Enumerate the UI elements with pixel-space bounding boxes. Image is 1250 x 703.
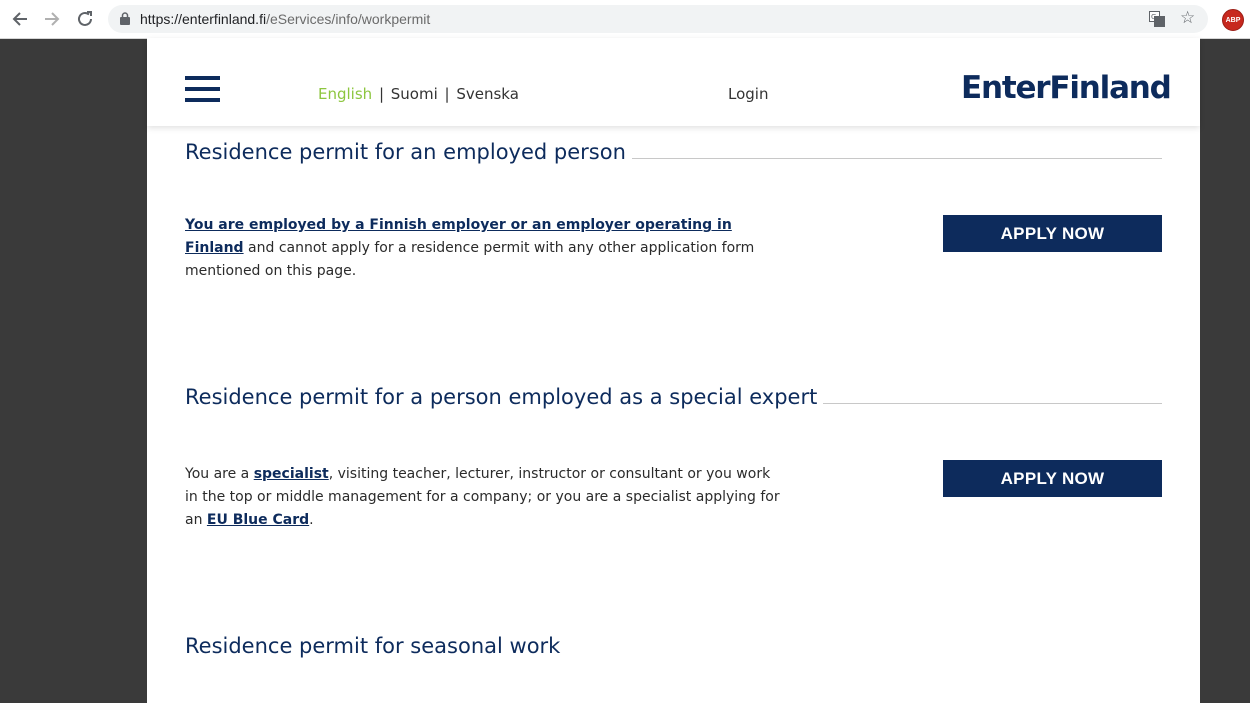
description-text: and cannot apply for a residence permit … <box>185 240 755 279</box>
section-title-text: Residence permit for a person employed a… <box>185 385 818 409</box>
login-link[interactable]: Login <box>728 85 768 103</box>
section-title-text: Residence permit for seasonal work <box>185 634 561 658</box>
description-text: . <box>309 512 314 528</box>
lock-icon <box>120 12 130 25</box>
browser-toolbar: https://enterfinland.fi/eServices/info/w… <box>0 0 1250 39</box>
divider <box>631 157 1162 159</box>
site-header: English | Suomi | Svenska Login EnterFin… <box>147 38 1200 126</box>
url-domain: https://enterfinland.fi <box>140 11 267 27</box>
url-text: https://enterfinland.fi/eServices/info/w… <box>140 11 430 27</box>
bookmark-star-icon[interactable]: ☆ <box>1180 8 1195 28</box>
specialist-link[interactable]: specialist <box>254 466 329 482</box>
section-description: You are a specialist, visiting teacher, … <box>185 463 785 532</box>
url-path: /eServices/info/workpermit <box>266 11 431 27</box>
forward-icon[interactable] <box>41 8 63 30</box>
section-title-text: Residence permit for an employed person <box>185 140 626 164</box>
section-title: Residence permit for an employed person <box>185 140 1162 164</box>
apply-now-button[interactable]: APPLY NOW <box>943 460 1162 497</box>
apply-now-button[interactable]: APPLY NOW <box>943 215 1162 252</box>
language-english[interactable]: English <box>318 85 372 103</box>
section-title: Residence permit for seasonal work <box>185 634 1162 658</box>
divider <box>823 402 1162 404</box>
address-bar[interactable]: https://enterfinland.fi/eServices/info/w… <box>108 5 1208 33</box>
svg-text:G: G <box>1151 13 1156 21</box>
translate-icon[interactable]: G <box>1149 11 1165 27</box>
section-description: You are employed by a Finnish employer o… <box>185 214 785 283</box>
language-svenska[interactable]: Svenska <box>456 85 519 103</box>
language-switcher: English | Suomi | Svenska <box>318 85 519 103</box>
section-title: Residence permit for a person employed a… <box>185 385 1162 409</box>
adblock-plus-icon[interactable]: ABP <box>1222 9 1244 31</box>
back-icon[interactable] <box>9 8 31 30</box>
section-special-expert: Residence permit for a person employed a… <box>185 385 1162 528</box>
page-content: English | Suomi | Svenska Login EnterFin… <box>147 38 1200 703</box>
description-text: You are a <box>185 466 254 482</box>
section-seasonal-work: Residence permit for seasonal work <box>185 634 1162 658</box>
reload-icon[interactable] <box>74 8 96 30</box>
menu-icon[interactable] <box>185 76 220 102</box>
section-employed-person: Residence permit for an employed person … <box>185 140 1162 279</box>
language-suomi[interactable]: Suomi <box>391 85 438 103</box>
enterfinland-logo[interactable]: EnterFinland <box>961 70 1172 106</box>
eu-blue-card-link[interactable]: EU Blue Card <box>207 512 309 528</box>
